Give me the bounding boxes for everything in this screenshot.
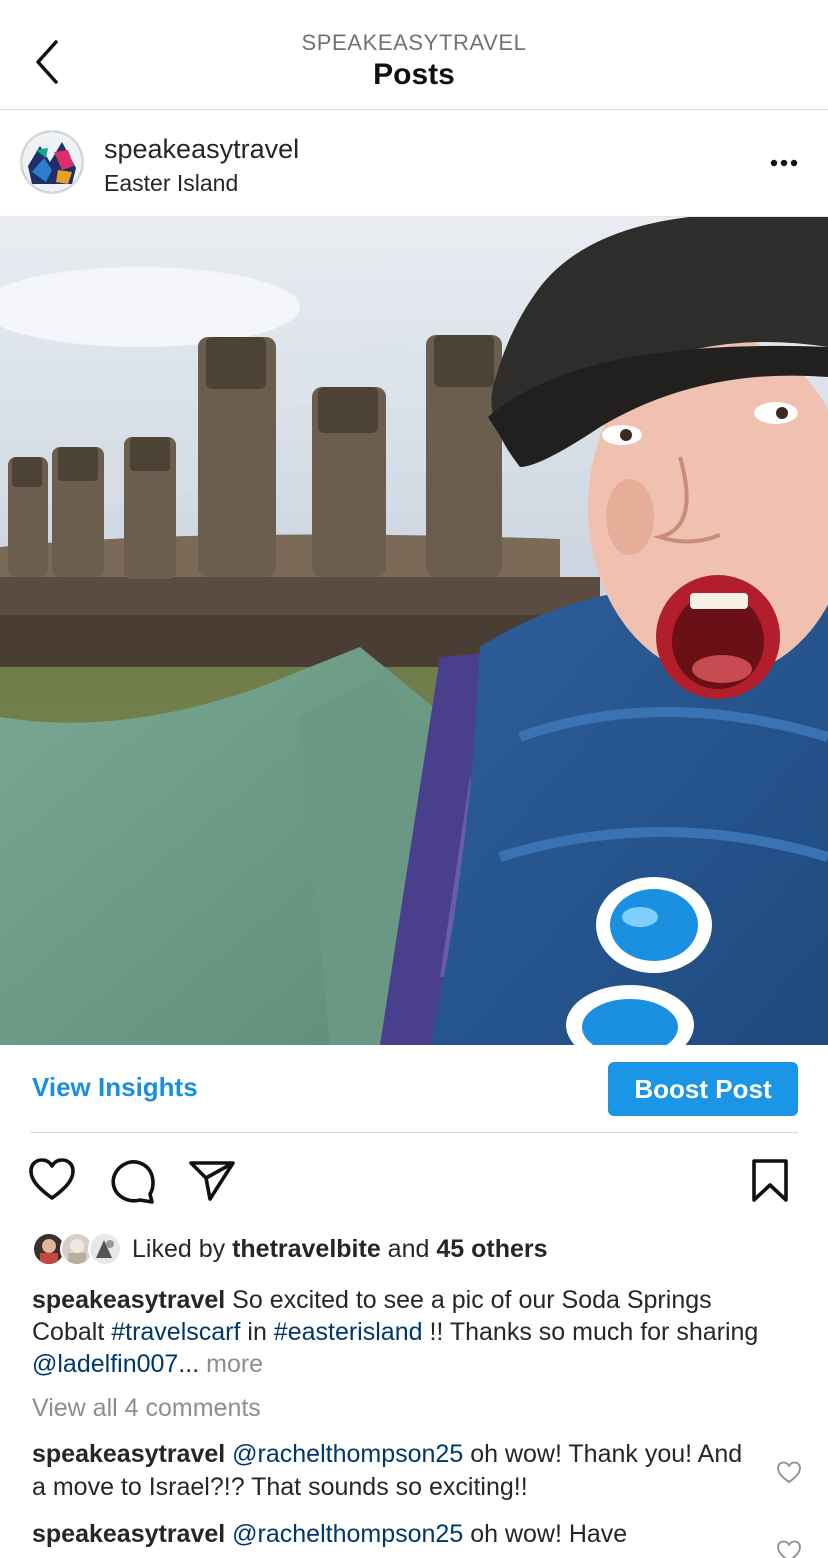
bookmark-icon[interactable]: [750, 1158, 790, 1204]
heart-icon[interactable]: [28, 1158, 76, 1202]
mention-link[interactable]: @rachelthompson25: [232, 1440, 463, 1468]
page-title: Posts: [373, 58, 455, 91]
account-name-header: SPEAKEASYTRAVEL: [301, 30, 527, 55]
post-username[interactable]: speakeasytravel: [104, 134, 299, 165]
liked-by-others[interactable]: 45 others: [436, 1235, 547, 1263]
divider: [30, 1132, 798, 1133]
caption-more-link[interactable]: more: [199, 1350, 263, 1378]
more-options-icon[interactable]: [760, 146, 808, 180]
post-location[interactable]: Easter Island: [104, 170, 238, 197]
liker-avatars: [32, 1232, 122, 1268]
caption-username[interactable]: speakeasytravel: [32, 1286, 225, 1314]
post-header: speakeasytravel Easter Island: [0, 110, 828, 217]
hashtag-link[interactable]: #travelscarf: [111, 1318, 240, 1346]
caption-text: in: [240, 1318, 274, 1346]
liked-by-user[interactable]: thetravelbite: [232, 1235, 381, 1263]
hashtag-link[interactable]: #easterisland: [274, 1318, 423, 1346]
comment-username[interactable]: speakeasytravel: [32, 1440, 225, 1468]
boost-post-button[interactable]: Boost Post: [608, 1062, 798, 1116]
comment-text: oh wow! Have: [463, 1520, 628, 1548]
comment-like-heart-icon[interactable]: [776, 1540, 802, 1558]
post-photo[interactable]: [0, 217, 828, 1045]
comment-like-heart-icon[interactable]: [776, 1461, 802, 1485]
profile-avatar[interactable]: [20, 130, 84, 194]
caption-text: !! Thanks so much for sharing: [422, 1318, 759, 1346]
comment-icon[interactable]: [108, 1158, 156, 1204]
comment-item: speakeasytravel @rachelthompson25 oh wow…: [32, 1518, 762, 1551]
mention-link[interactable]: @rachelthompson25: [232, 1520, 463, 1548]
caption-ellipsis: ...: [178, 1350, 200, 1378]
send-icon[interactable]: [188, 1160, 236, 1202]
mention-link[interactable]: @ladelfin007: [32, 1350, 178, 1378]
view-all-comments-link[interactable]: View all 4 comments: [32, 1394, 261, 1423]
liker-avatar: [88, 1232, 122, 1266]
top-nav-bar: SPEAKEASYTRAVEL Posts: [0, 0, 828, 110]
liked-by-prefix: Liked by: [132, 1235, 233, 1263]
comment-item: speakeasytravel @rachelthompson25 oh wow…: [32, 1438, 762, 1504]
comment-username[interactable]: speakeasytravel: [32, 1520, 225, 1548]
post-caption: speakeasytravel So excited to see a pic …: [32, 1284, 782, 1380]
liked-by-and: and: [380, 1235, 437, 1263]
view-insights-link[interactable]: View Insights: [32, 1072, 198, 1103]
